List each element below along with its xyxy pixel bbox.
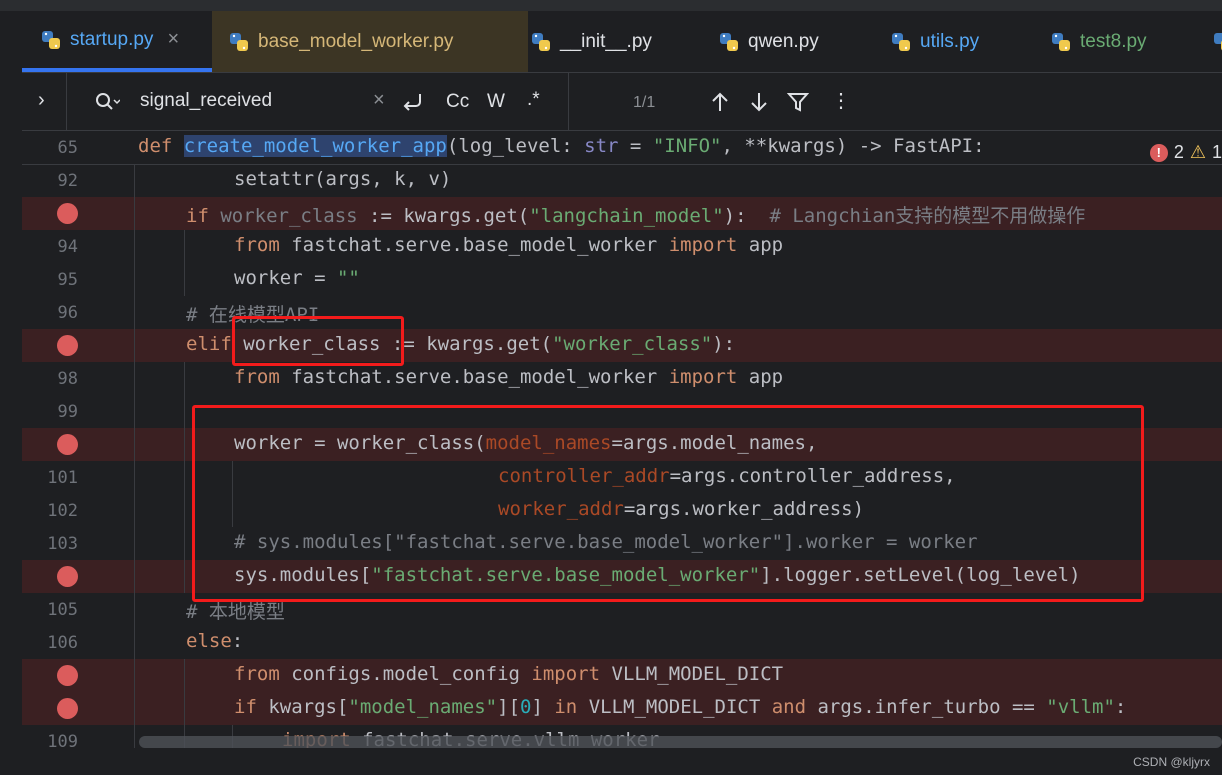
indent-guide [184,362,185,593]
tab-label: __init__.py [560,30,652,52]
search-icon[interactable] [94,91,120,113]
inspection-widget[interactable]: ! 2 ⚠ 1 [1149,142,1222,163]
sticky-scroll-line: 65 def create_model_worker_app(log_level… [22,131,1222,165]
code-line: if worker_class := kwargs.get("langchain… [22,197,1222,230]
title-strip [0,0,1222,11]
tab-label: startup.py [70,28,154,50]
line-number: 94 [57,237,78,257]
close-icon[interactable]: × [167,28,179,51]
python-file-icon [892,32,910,51]
code-line: 96 # 在线模型API [22,296,1222,329]
tab-label: qwen.py [748,30,819,52]
tab-label: base_model_worker.py [258,30,454,52]
line-number: 101 [47,468,78,488]
annotation-box [232,316,404,366]
watermark: CSDN @kljyrx [1133,755,1210,769]
python-file-icon [1052,32,1070,51]
breakpoint-icon[interactable] [57,698,78,719]
indent-guide [184,659,185,748]
arrow-up-icon[interactable] [710,91,730,113]
arrow-down-icon[interactable] [749,91,769,113]
breakpoint-icon[interactable] [57,434,78,455]
line-number: 99 [57,402,78,422]
tab-startup[interactable]: startup.py × [22,11,230,72]
tab-overflow[interactable] [1212,11,1222,72]
tab-label: utils.py [920,30,980,52]
line-number: 95 [57,270,78,290]
code-line: 94 from fastchat.serve.base_model_worker… [22,230,1222,263]
tab-utils[interactable]: utils.py [890,11,979,72]
python-file-icon [720,32,738,51]
line-number: 92 [57,171,78,191]
match-count: 1/1 [633,94,656,111]
horizontal-scrollbar[interactable] [139,736,1222,748]
python-file-icon [532,32,550,51]
breakpoint-icon[interactable] [57,203,78,224]
tab-label: test8.py [1080,30,1147,52]
tab-base-model-worker[interactable]: base_model_worker.py [212,11,528,72]
search-input[interactable]: signal_received [140,90,272,112]
code-text: def create_model_worker_app(log_level: s… [138,135,985,157]
error-icon: ! [1149,143,1168,162]
regex-button[interactable]: .* [527,89,540,111]
breakpoint-icon[interactable] [57,665,78,686]
code-line: 98 from fastchat.serve.base_model_worker… [22,362,1222,395]
chevron-right-icon[interactable]: › [38,89,45,112]
code-line: 92 setattr(args, k, v) [22,164,1222,197]
indent-guide [134,164,135,748]
line-number: 105 [47,600,78,620]
tab-qwen[interactable]: qwen.py [718,11,819,72]
line-number: 65 [57,138,78,158]
more-options-icon[interactable]: ⋮ [831,88,851,113]
status-bar: CSDN @kljyrx [0,748,1222,775]
line-number: 106 [47,633,78,653]
python-file-icon [42,30,60,49]
code-line: elif worker_class := kwargs.get("worker_… [22,329,1222,362]
warning-count: 1 [1211,142,1222,162]
words-button[interactable]: W [487,91,505,113]
filter-icon[interactable] [787,91,809,113]
find-bar: › signal_received × Cc W .* 1/1 ⋮ [22,73,1222,131]
line-number: 96 [57,303,78,323]
code-line: 95 worker = "" [22,263,1222,296]
tab-test8[interactable]: test8.py [1050,11,1147,72]
code-line: if kwargs["model_names"][0] in VLLM_MODE… [22,692,1222,725]
line-number: 103 [47,534,78,554]
python-file-icon [230,32,248,51]
editor-tab-bar: startup.py × base_model_worker.py __init… [22,11,1222,73]
match-case-button[interactable]: Cc [446,91,469,113]
breakpoint-icon[interactable] [57,566,78,587]
breakpoint-icon[interactable] [57,335,78,356]
tool-window-strip [0,11,23,775]
divider [568,73,569,130]
line-number: 109 [47,732,78,748]
indent-guide [184,230,185,296]
warning-icon: ⚠ [1189,142,1206,162]
tab-init[interactable]: __init__.py [530,11,652,72]
clear-icon[interactable]: × [373,89,385,112]
python-file-icon [1214,32,1222,50]
code-line: from configs.model_config import VLLM_MO… [22,659,1222,692]
line-number: 102 [47,501,78,521]
annotation-box [192,405,1144,602]
line-number: 98 [57,369,78,389]
error-count: 2 [1173,142,1184,162]
divider [66,73,67,130]
new-line-icon[interactable] [400,91,426,113]
code-line: 106 else: [22,626,1222,659]
